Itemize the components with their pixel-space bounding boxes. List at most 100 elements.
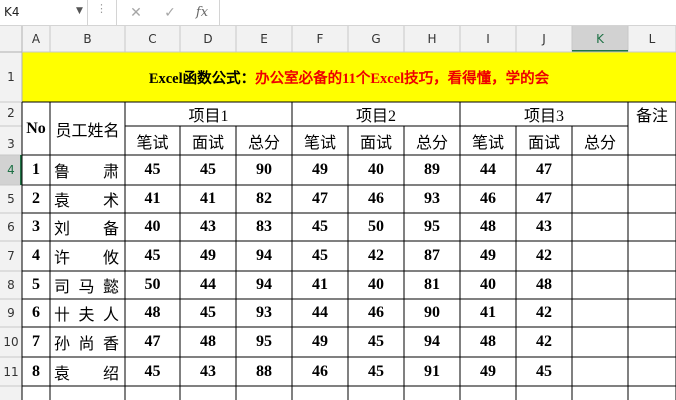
record-no[interactable]: 6: [22, 299, 50, 327]
record-no[interactable]: 7: [22, 327, 50, 357]
score-cell[interactable]: 42: [516, 299, 572, 327]
score-cell[interactable]: 40: [125, 213, 180, 241]
score-cell[interactable]: 48: [180, 327, 236, 357]
score-cell[interactable]: 43: [180, 213, 236, 241]
row-header-1[interactable]: 1: [0, 52, 22, 102]
sub-header-3-3[interactable]: 总分: [572, 126, 628, 155]
score-cell[interactable]: 45: [292, 241, 348, 271]
score-cell[interactable]: 42: [348, 241, 404, 271]
sub-header-1-1[interactable]: 笔试: [125, 126, 180, 155]
column-header-e[interactable]: E: [236, 26, 292, 52]
row-header-7[interactable]: 7: [0, 241, 22, 271]
sub-header-3-1[interactable]: 笔试: [460, 126, 516, 155]
score-cell[interactable]: 48: [125, 299, 180, 327]
record-no[interactable]: 4: [22, 241, 50, 271]
score-cell[interactable]: 43: [516, 213, 572, 241]
score-cell[interactable]: 46: [348, 299, 404, 327]
score-cell[interactable]: 83: [236, 213, 292, 241]
score-cell[interactable]: 45: [125, 155, 180, 185]
row-header-10[interactable]: 10: [0, 327, 22, 357]
score-cell[interactable]: 49: [180, 241, 236, 271]
score-cell[interactable]: [572, 327, 628, 357]
score-cell[interactable]: 93: [404, 185, 460, 213]
score-cell[interactable]: 49: [292, 327, 348, 357]
score-cell[interactable]: 88: [236, 357, 292, 386]
remark-cell[interactable]: [628, 299, 676, 327]
score-cell[interactable]: 40: [460, 271, 516, 299]
employee-name[interactable]: 司马懿: [50, 271, 125, 299]
score-cell[interactable]: 47: [516, 185, 572, 213]
column-header-l[interactable]: L: [628, 26, 676, 52]
project-header-2[interactable]: 项目2: [292, 102, 460, 126]
score-cell[interactable]: 48: [516, 271, 572, 299]
column-header-i[interactable]: I: [460, 26, 516, 52]
score-cell[interactable]: 49: [460, 357, 516, 386]
cancel-icon[interactable]: ✕: [127, 4, 145, 22]
score-cell[interactable]: 49: [460, 241, 516, 271]
sub-header-1-2[interactable]: 面试: [180, 126, 236, 155]
score-cell[interactable]: 49: [292, 155, 348, 185]
no-header[interactable]: No: [22, 102, 50, 155]
score-cell[interactable]: [572, 213, 628, 241]
name-box[interactable]: K4 ▼: [0, 0, 88, 25]
remark-cell[interactable]: [628, 155, 676, 185]
sub-header-2-2[interactable]: 面试: [348, 126, 404, 155]
row-header-4[interactable]: 4: [0, 155, 22, 185]
record-no[interactable]: 1: [22, 155, 50, 185]
employee-name[interactable]: 卄夫人: [50, 299, 125, 327]
score-cell[interactable]: 40: [348, 155, 404, 185]
remark-cell[interactable]: [628, 241, 676, 271]
score-cell[interactable]: 87: [404, 241, 460, 271]
score-cell[interactable]: 45: [125, 357, 180, 386]
sub-header-2-1[interactable]: 笔试: [292, 126, 348, 155]
score-cell[interactable]: 45: [180, 155, 236, 185]
column-header-a[interactable]: A: [22, 26, 50, 52]
column-header-g[interactable]: G: [348, 26, 404, 52]
score-cell[interactable]: 41: [180, 185, 236, 213]
record-no[interactable]: 5: [22, 271, 50, 299]
score-cell[interactable]: 94: [236, 271, 292, 299]
row-header-11[interactable]: 11: [0, 357, 22, 386]
remark-cell[interactable]: [628, 271, 676, 299]
score-cell[interactable]: 41: [125, 185, 180, 213]
record-no[interactable]: 2: [22, 185, 50, 213]
row-header-8[interactable]: 8: [0, 271, 22, 299]
score-cell[interactable]: 81: [404, 271, 460, 299]
sub-header-2-3[interactable]: 总分: [404, 126, 460, 155]
score-cell[interactable]: 45: [516, 357, 572, 386]
score-cell[interactable]: 94: [236, 241, 292, 271]
score-cell[interactable]: [572, 241, 628, 271]
score-cell[interactable]: 47: [125, 327, 180, 357]
score-cell[interactable]: 89: [404, 155, 460, 185]
remark-cell[interactable]: [628, 357, 676, 386]
score-cell[interactable]: 45: [348, 327, 404, 357]
score-cell[interactable]: 40: [348, 271, 404, 299]
employee-name[interactable]: 鲁肃: [50, 155, 125, 185]
score-cell[interactable]: 48: [460, 213, 516, 241]
score-cell[interactable]: 48: [460, 327, 516, 357]
score-cell[interactable]: [572, 357, 628, 386]
score-cell[interactable]: 46: [460, 185, 516, 213]
drag-handle-icon[interactable]: ⋮: [93, 3, 109, 21]
column-header-c[interactable]: C: [125, 26, 180, 52]
row-header-5[interactable]: 5: [0, 185, 22, 213]
score-cell[interactable]: [572, 155, 628, 185]
employee-name[interactable]: 袁术: [50, 185, 125, 213]
score-cell[interactable]: 43: [180, 357, 236, 386]
score-cell[interactable]: 94: [404, 327, 460, 357]
project-header-1[interactable]: 项目1: [125, 102, 292, 126]
employee-name-header[interactable]: 员工姓名: [50, 102, 125, 155]
row-header-3[interactable]: 3: [0, 126, 22, 155]
score-cell[interactable]: 42: [516, 241, 572, 271]
remark-cell[interactable]: [628, 185, 676, 213]
score-cell[interactable]: 93: [236, 299, 292, 327]
score-cell[interactable]: [572, 299, 628, 327]
score-cell[interactable]: 95: [404, 213, 460, 241]
record-no[interactable]: 3: [22, 213, 50, 241]
chevron-down-icon[interactable]: ▼: [76, 6, 83, 16]
score-cell[interactable]: [572, 185, 628, 213]
score-cell[interactable]: 45: [292, 213, 348, 241]
sub-header-3-2[interactable]: 面试: [516, 126, 572, 155]
column-header-h[interactable]: H: [404, 26, 460, 52]
project-header-3[interactable]: 项目3: [460, 102, 628, 126]
